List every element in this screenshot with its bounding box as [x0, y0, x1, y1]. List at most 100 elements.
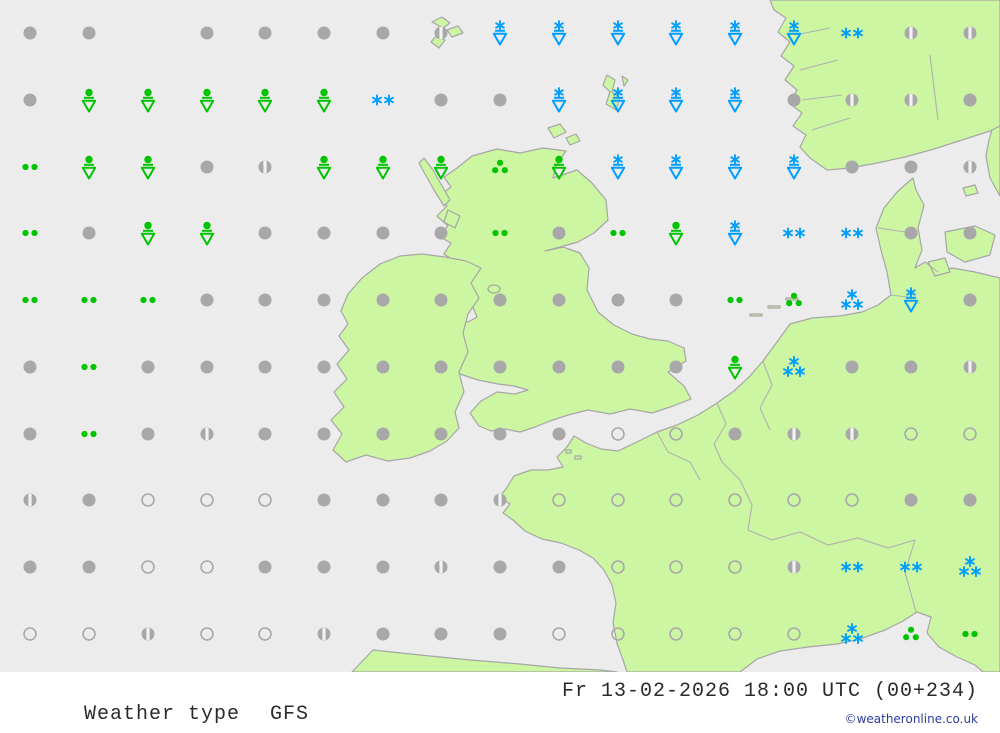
- weather-symbol-overcast-cloud: [318, 227, 331, 240]
- weather-symbol-partly-cloudy: [318, 628, 331, 641]
- weather-symbol-overcast-cloud: [259, 227, 272, 240]
- copyright-label: ©weatheronline.co.uk: [845, 712, 978, 726]
- weather-symbol-overcast-cloud: [905, 361, 918, 374]
- weather-symbol-overcast-cloud: [435, 227, 448, 240]
- weather-symbol-overcast-cloud: [142, 361, 155, 374]
- weather-symbol-overcast-cloud: [259, 361, 272, 374]
- status-bar: Weather type GFS Fr 13-02-2026 18:00 UTC …: [0, 672, 1000, 733]
- weather-symbol-partly-cloudy: [905, 27, 918, 40]
- weather-symbol-overcast-cloud: [259, 294, 272, 307]
- weather-symbol-overcast-cloud: [24, 94, 37, 107]
- weather-symbol-overcast-cloud: [435, 428, 448, 441]
- weather-map-page: Weather type GFS Fr 13-02-2026 18:00 UTC …: [0, 0, 1000, 733]
- weather-symbol-overcast-cloud: [553, 361, 566, 374]
- weather-symbol-overcast-cloud: [494, 628, 507, 641]
- weather-symbol-overcast-cloud: [24, 27, 37, 40]
- weather-symbol-overcast-cloud: [24, 561, 37, 574]
- weather-symbol-overcast-cloud: [670, 361, 683, 374]
- weather-symbol-overcast-cloud: [24, 428, 37, 441]
- weather-symbol-partly-cloudy: [905, 94, 918, 107]
- weather-symbol-overcast-cloud: [83, 561, 96, 574]
- weather-symbol-overcast-cloud: [377, 428, 390, 441]
- weather-symbol-overcast-cloud: [259, 428, 272, 441]
- island-wadden-2: [768, 306, 780, 308]
- product-label: Weather type: [84, 703, 240, 726]
- weather-symbol-partly-cloudy: [201, 428, 214, 441]
- model-label: GFS: [270, 703, 309, 726]
- weather-symbol-overcast-cloud: [201, 161, 214, 174]
- weather-symbol-overcast-cloud: [435, 628, 448, 641]
- weather-symbol-overcast-cloud: [377, 27, 390, 40]
- weather-symbol-overcast-cloud: [318, 27, 331, 40]
- weather-symbol-overcast-cloud: [318, 361, 331, 374]
- weather-symbol-overcast-cloud: [83, 27, 96, 40]
- weather-symbol-overcast-cloud: [83, 494, 96, 507]
- weather-symbol-partly-cloudy: [259, 161, 272, 174]
- weather-symbol-overcast-cloud: [964, 94, 977, 107]
- weather-symbol-overcast-cloud: [377, 227, 390, 240]
- weather-symbol-partly-cloudy: [142, 628, 155, 641]
- weather-symbol-overcast-cloud: [435, 361, 448, 374]
- weather-symbol-overcast-cloud: [494, 294, 507, 307]
- valid-time-label: Fr 13-02-2026 18:00 UTC (00+234): [562, 680, 978, 703]
- weather-symbol-partly-cloudy: [788, 561, 801, 574]
- weather-symbol-partly-cloudy: [846, 428, 859, 441]
- weather-symbol-overcast-cloud: [494, 428, 507, 441]
- weather-symbol-overcast-cloud: [377, 494, 390, 507]
- weather-symbol-partly-cloudy: [964, 361, 977, 374]
- weather-symbol-overcast-cloud: [670, 294, 683, 307]
- weather-symbol-overcast-cloud: [553, 428, 566, 441]
- weather-symbol-partly-cloudy: [24, 494, 37, 507]
- weather-symbol-overcast-cloud: [964, 294, 977, 307]
- map-title: Weather type GFS: [6, 680, 309, 733]
- weather-symbol-overcast-cloud: [377, 628, 390, 641]
- weather-symbol-partly-cloudy: [435, 561, 448, 574]
- weather-symbol-overcast-cloud: [201, 27, 214, 40]
- weather-symbol-overcast-cloud: [201, 294, 214, 307]
- weather-symbol-partly-cloudy: [788, 428, 801, 441]
- weather-symbol-overcast-cloud: [259, 27, 272, 40]
- island-wadden-3: [786, 298, 798, 300]
- weather-symbol-partly-cloudy: [846, 94, 859, 107]
- weather-symbol-overcast-cloud: [494, 361, 507, 374]
- weather-symbol-overcast-cloud: [494, 561, 507, 574]
- map-canvas: [0, 0, 1000, 672]
- weather-symbol-partly-cloudy: [435, 27, 448, 40]
- weather-symbol-overcast-cloud: [377, 561, 390, 574]
- weather-symbol-overcast-cloud: [612, 294, 625, 307]
- weather-symbol-overcast-cloud: [24, 361, 37, 374]
- weather-symbol-overcast-cloud: [318, 428, 331, 441]
- weather-symbol-overcast-cloud: [435, 94, 448, 107]
- weather-symbol-overcast-cloud: [377, 294, 390, 307]
- island-wadden-1: [750, 314, 762, 316]
- weather-symbol-overcast-cloud: [553, 227, 566, 240]
- weather-symbol-overcast-cloud: [553, 561, 566, 574]
- weather-symbol-overcast-cloud: [612, 361, 625, 374]
- weather-symbol-overcast-cloud: [435, 294, 448, 307]
- weather-symbol-overcast-cloud: [318, 294, 331, 307]
- weather-map: [0, 0, 1000, 672]
- weather-symbol-overcast-cloud: [377, 361, 390, 374]
- weather-symbol-overcast-cloud: [846, 161, 859, 174]
- weather-symbol-overcast-cloud: [729, 428, 742, 441]
- weather-symbol-overcast-cloud: [435, 494, 448, 507]
- weather-symbol-partly-cloudy: [964, 27, 977, 40]
- weather-symbol-overcast-cloud: [788, 94, 801, 107]
- weather-symbol-overcast-cloud: [259, 561, 272, 574]
- weather-symbol-overcast-cloud: [142, 428, 155, 441]
- weather-symbol-overcast-cloud: [964, 494, 977, 507]
- weather-symbol-overcast-cloud: [905, 227, 918, 240]
- weather-symbol-overcast-cloud: [201, 361, 214, 374]
- island-isle-of-man: [488, 285, 500, 293]
- weather-symbol-overcast-cloud: [494, 94, 507, 107]
- weather-symbol-partly-cloudy: [494, 494, 507, 507]
- island-jersey: [575, 456, 581, 459]
- weather-symbol-overcast-cloud: [846, 361, 859, 374]
- weather-symbol-overcast-cloud: [905, 161, 918, 174]
- weather-symbol-partly-cloudy: [964, 161, 977, 174]
- island-guernsey: [566, 450, 571, 453]
- weather-symbol-overcast-cloud: [905, 494, 918, 507]
- weather-symbol-overcast-cloud: [964, 227, 977, 240]
- weather-symbol-overcast-cloud: [553, 294, 566, 307]
- weather-symbol-overcast-cloud: [318, 494, 331, 507]
